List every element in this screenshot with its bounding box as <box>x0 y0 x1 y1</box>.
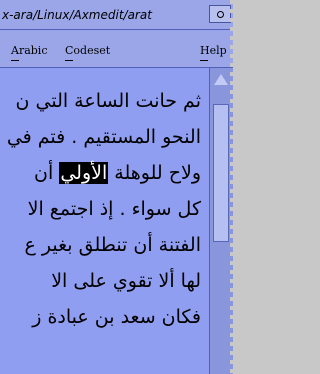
editor-window: x-ara/Linux/Axmedit/arat Arabic Codeset … <box>0 0 233 374</box>
menu-arabic-label: Arabic <box>11 44 48 57</box>
menu-mnemonic-underline <box>200 60 208 61</box>
menu-bar: Arabic Codeset Help <box>0 30 233 68</box>
text-editor-area[interactable]: ثم حانت الساعة التي ن النحو المستقيم . ف… <box>0 68 209 374</box>
menu-mnemonic-underline <box>11 60 19 61</box>
circle-icon <box>216 10 224 18</box>
menu-arabic[interactable]: Arabic <box>11 44 48 61</box>
menu-codeset-label: Codeset <box>65 44 111 57</box>
text-line: الفتنة أن تنطلق بغير ع <box>24 234 201 256</box>
menu-help[interactable]: Help <box>200 44 227 61</box>
text-line: فكان سعد بن عبادة ز <box>32 306 201 328</box>
text-segment: أن <box>34 162 60 184</box>
window-title: x-ara/Linux/Axmedit/arat <box>2 8 152 22</box>
text-line: لها ألا تقوي على الا <box>51 270 201 292</box>
text-line: ثم حانت الساعة التي ن <box>15 90 202 112</box>
scroll-up-arrow-icon[interactable] <box>214 74 228 85</box>
menu-codeset[interactable]: Codeset <box>65 44 111 61</box>
title-bar[interactable]: x-ara/Linux/Axmedit/arat <box>0 0 233 30</box>
window-menu-button[interactable] <box>209 5 231 23</box>
text-line: النحو المستقيم . فتم في <box>6 126 201 148</box>
menu-help-label: Help <box>200 44 227 57</box>
text-segment: ولاح للوهلة <box>108 162 201 184</box>
text-line: كل سواء . إذ اجتمع الا <box>27 198 201 220</box>
torn-edge <box>230 0 233 374</box>
selected-text[interactable]: الأولي <box>59 162 109 184</box>
text-line: ولاح للوهلة الأولي أن <box>34 162 201 184</box>
scroll-thumb[interactable] <box>213 104 229 242</box>
menu-mnemonic-underline <box>65 60 73 61</box>
